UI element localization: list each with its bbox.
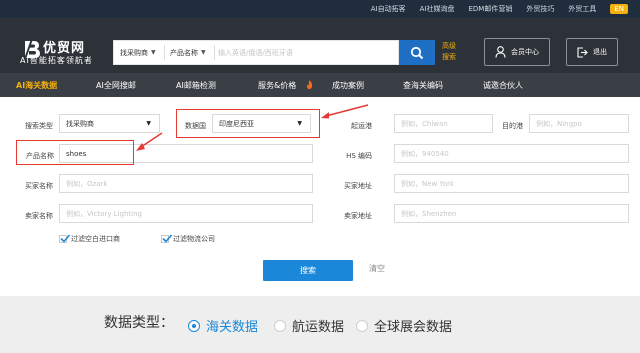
top-strip: AI自动拓客 AI社媒询盘 EDM邮件营销 外贸技巧 外贸工具 EN [0,0,640,18]
buyer-address-label: 买家地址 [344,182,372,190]
logout-label: 退出 [593,48,607,56]
filter-logistics-checkbox[interactable]: 过滤物流公司 [161,234,215,244]
checkbox-box [59,234,70,243]
main-nav: AI海关数据 AI全网搜邮 AI邮箱检测 服务&价格 成功案例 查海关编码 诚邀… [0,73,640,97]
search-box: 找采购商 ▼ 产品名称 ▼ [113,40,399,65]
radio-customs-data-label: 海关数据 [206,320,259,335]
origin-port-placeholder: 例如，Chiwan [401,119,448,128]
top-link-trade-tips[interactable]: 外贸技巧 [526,4,554,14]
search-type-label: 搜索类型 [25,122,53,130]
origin-port-field[interactable]: 例如，Chiwan [394,114,493,133]
nav-item-service-price[interactable]: 服务&价格 [258,73,296,97]
nav-item-email-search[interactable]: AI全网搜邮 [96,73,136,97]
clear-button[interactable]: 清空 [369,263,385,274]
top-link-edm-marketing[interactable]: EDM邮件营销 [468,4,512,14]
buyer-name-label: 买家名称 [25,182,53,190]
hs-code-placeholder: 例如，940540 [401,149,449,158]
user-icon [495,46,506,58]
highlight-box-country [176,109,320,138]
buyer-name-field[interactable]: 例如，Ozark [59,174,313,193]
search-input[interactable] [218,41,398,64]
divider [164,45,165,60]
dest-port-label: 目的港 [502,122,523,130]
divider [214,45,215,60]
nav-item-customs-data[interactable]: AI海关数据 [16,73,57,97]
radio-customs-data[interactable]: 海关数据 [188,316,258,335]
seller-address-field[interactable]: 例如，Shenzhen [394,204,629,223]
buyer-address-field[interactable]: 例如，New York [394,174,629,193]
check-icon [162,234,172,243]
dest-port-placeholder: 例如，Ningpo [536,119,582,128]
highlight-box-product [16,140,134,165]
logout-button[interactable]: 退出 [566,38,618,66]
origin-port-label: 起运港 [351,122,372,130]
caret-down-icon: ▼ [201,49,206,56]
nav-item-hs-lookup[interactable]: 查海关编码 [403,73,443,97]
seller-name-field[interactable]: 例如，Victory Lighting [59,204,313,223]
submit-search-button[interactable]: 搜索 [263,260,353,281]
radio-dot [356,319,368,332]
hs-code-label: HS 编码 [346,152,372,160]
filter-blank-importers-checkbox[interactable]: 过滤空白进口商 [59,234,120,244]
top-link-trade-tools[interactable]: 外贸工具 [568,4,596,14]
advanced-search-link[interactable]: 高级搜索 [442,41,462,63]
checkbox-box [161,234,172,243]
data-type-bar: 数据类型： 海关数据 航运数据 全球展会数据 [0,296,640,353]
search-form: 搜索类型 找采购商 ▼ 数据国 印度尼西亚 ▼ 起运港 例如，Chiwan 目的… [0,97,640,296]
caret-down-icon: ▼ [146,120,151,127]
radio-dot [188,319,200,332]
seller-address-label: 卖家地址 [344,212,372,220]
header: 优贸网 AI智能拓客领航者 找采购商 ▼ 产品名称 ▼ 高级搜索 会员中心 [0,18,640,73]
dest-port-field[interactable]: 例如，Ningpo [529,114,629,133]
buyer-name-placeholder: 例如，Ozark [66,179,108,188]
logout-icon [577,46,588,58]
seller-name-placeholder: 例如，Victory Lighting [66,209,142,218]
radio-expo-data[interactable]: 全球展会数据 [356,316,452,335]
seller-address-placeholder: 例如，Shenzhen [401,209,457,218]
member-center-label: 会员中心 [511,48,539,56]
radio-expo-data-label: 全球展会数据 [374,320,453,335]
top-link-ai-social-inquiry[interactable]: AI社媒询盘 [420,4,455,14]
filter-blank-importers-label: 过滤空白进口商 [71,235,120,243]
hs-code-field[interactable]: 例如，940540 [394,144,629,163]
radio-shipping-data-label: 航运数据 [292,320,345,335]
filter-logistics-label: 过滤物流公司 [173,235,215,243]
search-type-select[interactable]: 找采购商 ▼ [120,41,156,64]
search-button[interactable] [399,40,435,65]
radio-dot [274,319,286,332]
arrow-pointer-icon [136,132,163,151]
brand-tagline: AI智能拓客领航者 [20,56,93,65]
seller-name-label: 卖家名称 [25,212,53,220]
nav-item-email-check[interactable]: AI邮箱检测 [176,73,216,97]
nav-item-partners[interactable]: 诚邀合伙人 [483,73,523,97]
fire-icon [307,80,313,89]
top-link-ai-prospecting[interactable]: AI自动拓客 [371,4,406,14]
search-field-select[interactable]: 产品名称 ▼ [170,41,206,64]
language-toggle[interactable]: EN [610,4,628,14]
search-type-dropdown-value: 找采购商 [66,119,94,128]
top-links: AI自动拓客 AI社媒询盘 EDM邮件营销 外贸技巧 外贸工具 EN [371,0,628,18]
nav-item-success-cases[interactable]: 成功案例 [332,73,364,97]
search-type-value: 找采购商 [120,48,148,57]
search-field-value: 产品名称 [170,48,198,57]
search-icon [410,46,424,59]
caret-down-icon: ▼ [151,49,156,56]
member-center-button[interactable]: 会员中心 [484,38,550,66]
data-type-label: 数据类型： [104,315,174,331]
arrow-pointer-icon [321,104,369,119]
check-icon [60,234,70,243]
brand-name: 优贸网 [43,41,86,56]
radio-shipping-data[interactable]: 航运数据 [274,316,344,335]
buyer-address-placeholder: 例如，New York [401,179,455,188]
